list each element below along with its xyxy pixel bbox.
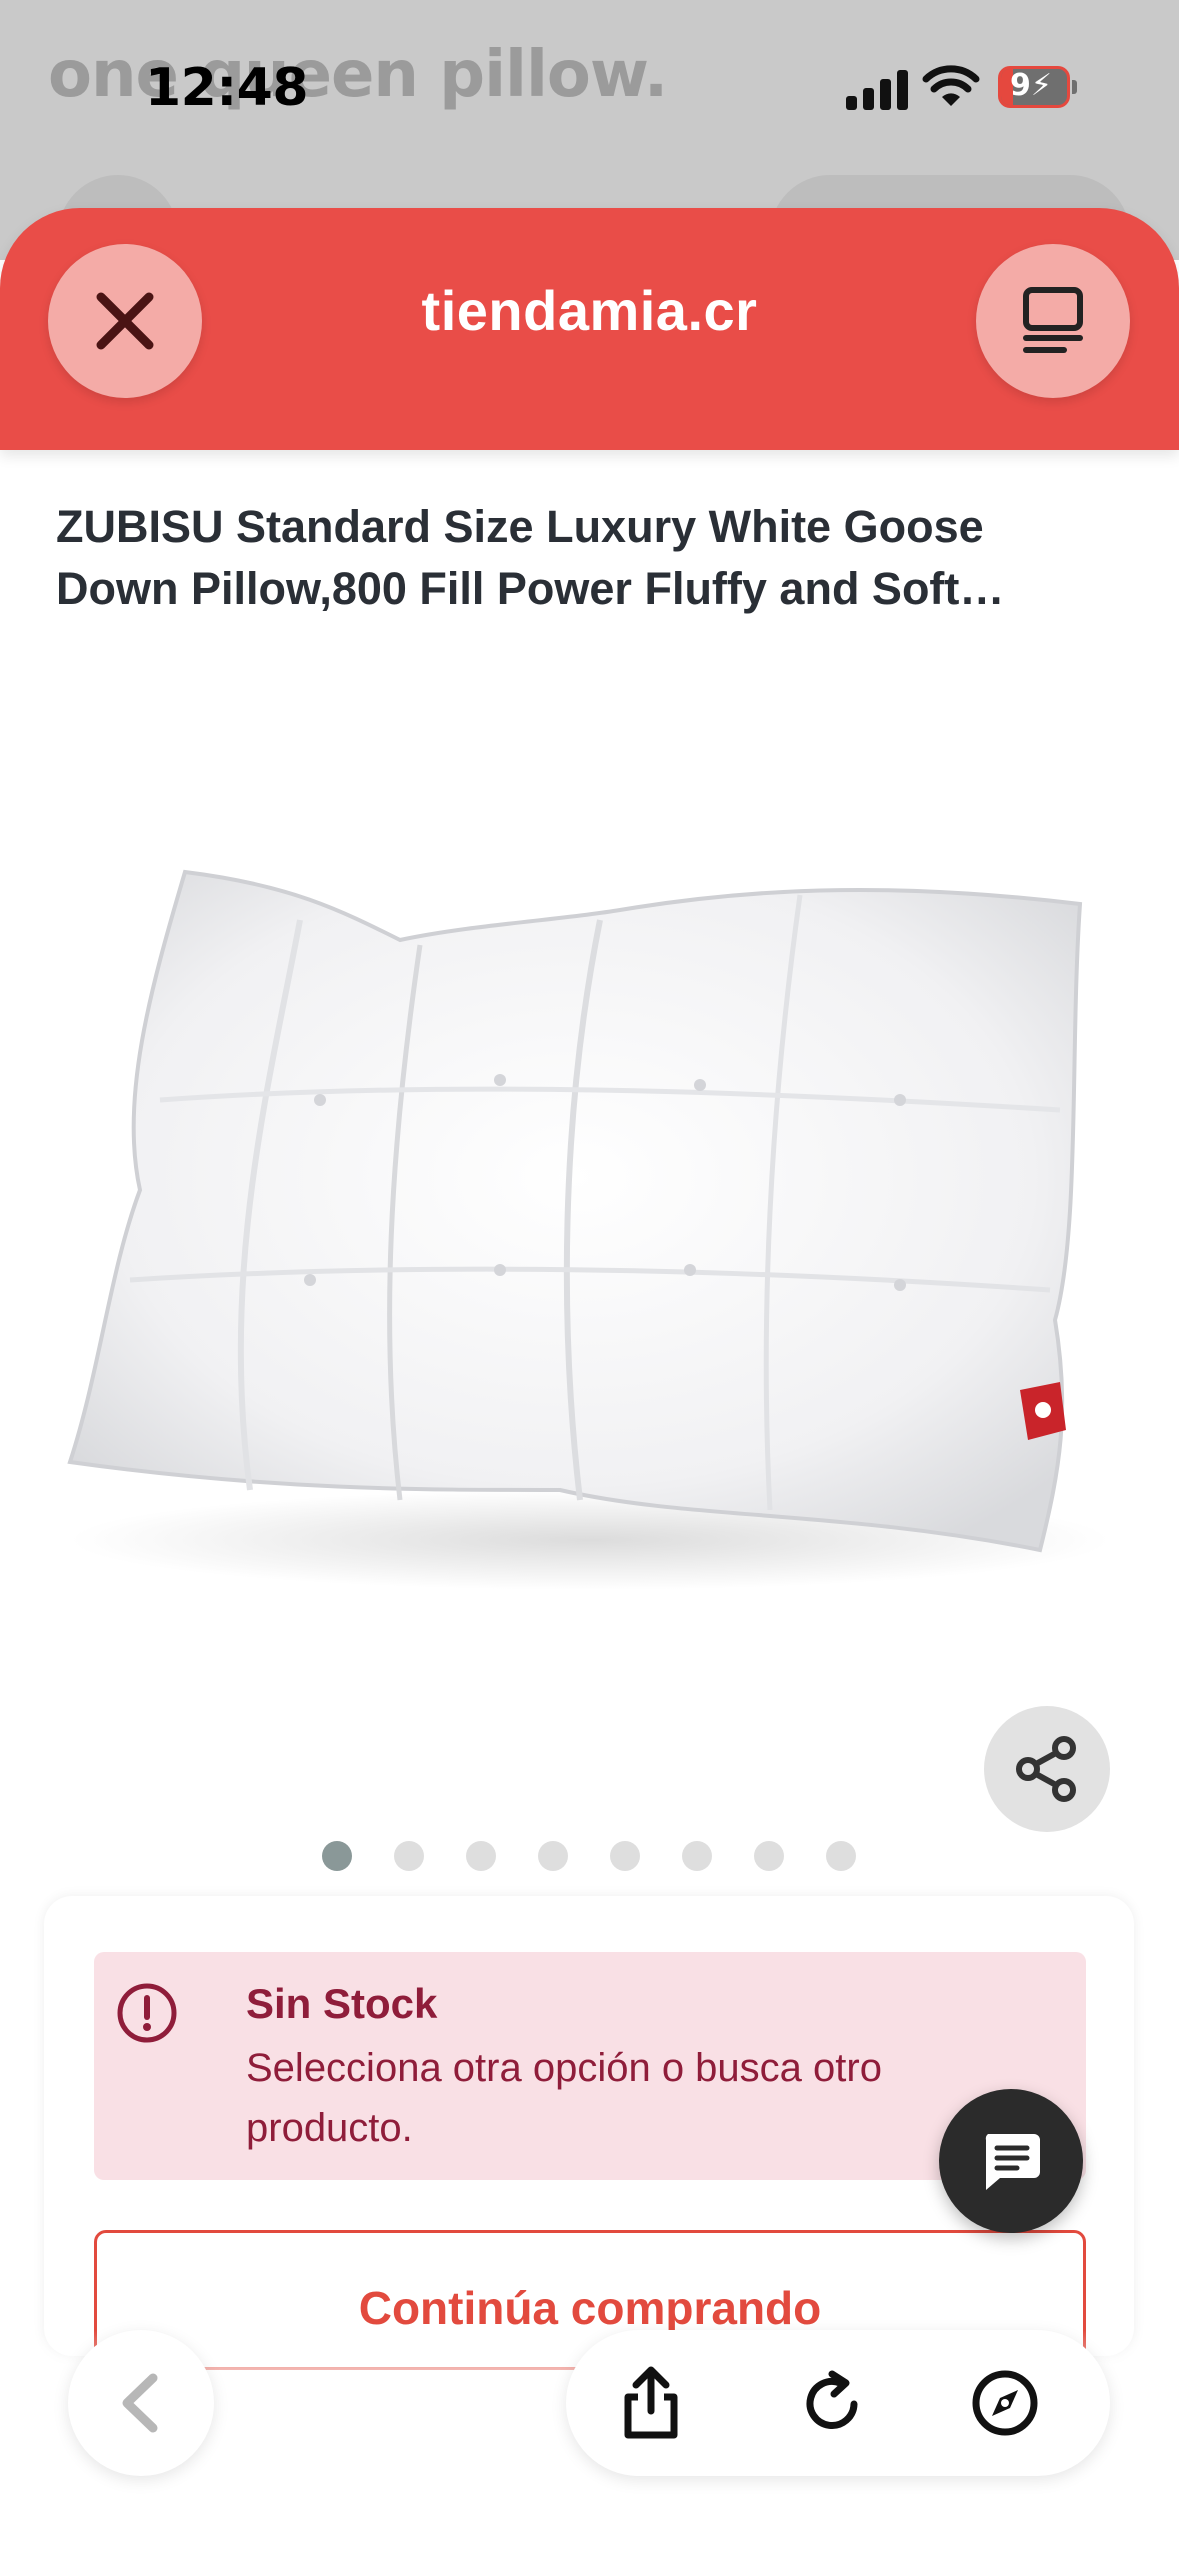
battery-icon: 9⚡ [998,66,1078,108]
tabs-button[interactable] [976,244,1130,398]
carousel-dot[interactable] [754,1841,784,1871]
alert-title: Sin Stock [246,1980,438,2027]
share-nodes-icon [1016,1736,1076,1802]
carousel-dot[interactable] [322,1841,352,1871]
reload-icon [806,2370,858,2429]
chat-bubble-icon [985,2134,1040,2190]
status-bar: 12:48 9⚡ [0,0,1179,170]
carousel-dot[interactable] [826,1841,856,1871]
carousel-dot[interactable] [466,1841,496,1871]
battery-level: 9⚡ [1010,68,1052,103]
share-button[interactable] [984,1706,1110,1832]
out-of-stock-alert: Sin Stock Selecciona otra opción o busca… [94,1952,1086,2180]
tabs-icon [1023,287,1083,353]
status-time: 12:48 [145,58,309,118]
chat-button[interactable] [939,2089,1083,2233]
product-title: ZUBISU Standard Size Luxury White Goose … [56,501,1005,614]
wifi-icon [922,65,980,106]
product-image[interactable] [40,850,1140,1650]
alert-circle-icon [117,1983,177,2043]
browser-toolbar [566,2330,1110,2476]
carousel-dot[interactable] [682,1841,712,1871]
alert-message: Selecciona otra opción o busca otro prod… [246,2046,882,2150]
image-carousel-dots[interactable] [322,1841,856,1871]
compass-button[interactable] [960,2358,1050,2448]
compass-icon [972,2370,1038,2436]
chevron-left-icon [122,2373,158,2433]
back-button[interactable] [68,2330,214,2476]
reload-button[interactable] [788,2358,878,2448]
brand-tag [1020,1382,1066,1440]
carousel-dot[interactable] [538,1841,568,1871]
share-icon [624,2366,678,2439]
browser-sheet-header: tiendamia.cr [0,208,1179,450]
carousel-dot[interactable] [394,1841,424,1871]
cellular-signal-icon [846,68,908,110]
share-toolbar-button[interactable] [606,2358,696,2448]
carousel-dot[interactable] [610,1841,640,1871]
